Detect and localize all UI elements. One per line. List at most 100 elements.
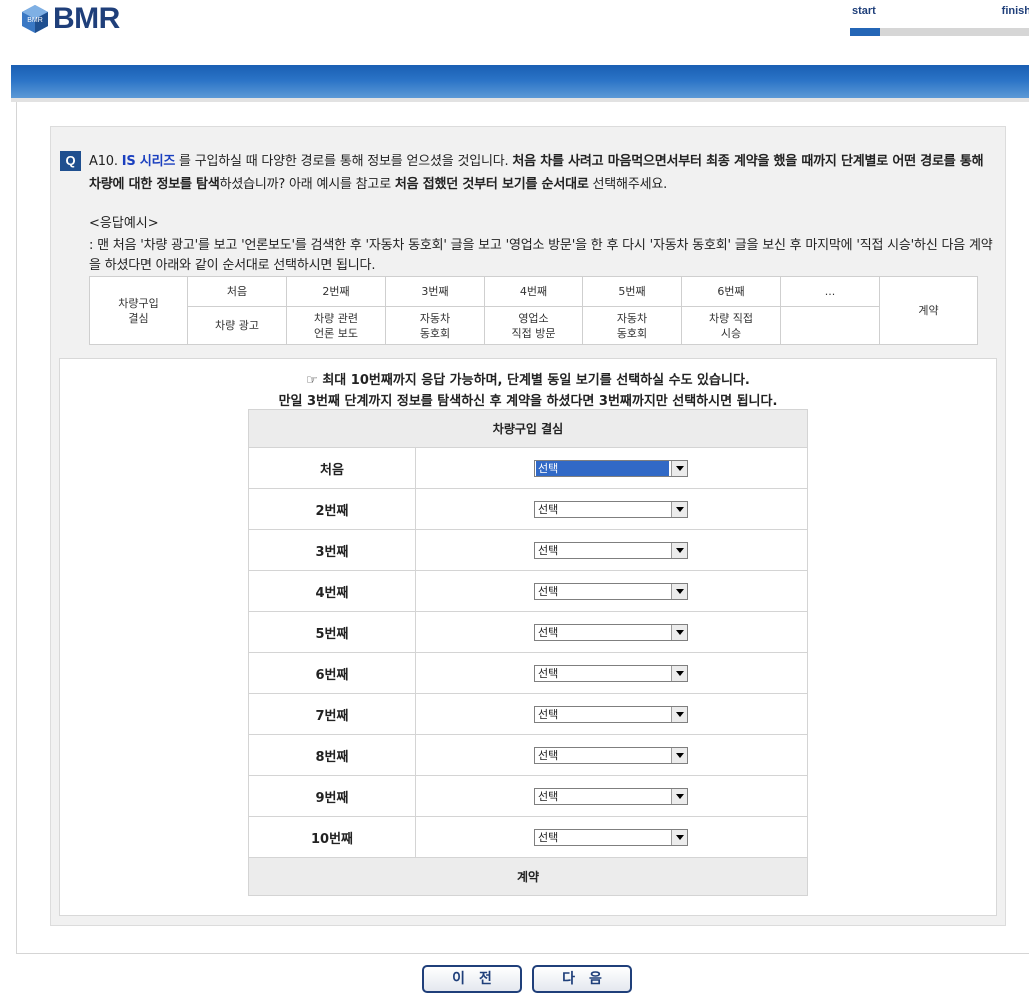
step-select-dropdown[interactable]: 선택 — [534, 541, 688, 559]
question-brand: IS 시리즈 — [121, 154, 176, 169]
selection-cell: 선택 — [415, 652, 808, 694]
question-id: A10. — [89, 154, 118, 169]
chevron-down-icon[interactable] — [671, 624, 687, 640]
question-bold-2: 처음 접했던 것부터 보기를 순서대로 — [394, 177, 589, 192]
example-step: 3번째 — [385, 276, 485, 307]
notice-line-1: ☞ 최대 10번째까지 응답 가능하며, 단계별 동일 보기를 선택하실 수도 … — [306, 373, 750, 388]
chevron-down-icon[interactable] — [671, 583, 687, 599]
selection-row-label: 9번째 — [248, 775, 416, 817]
dropdown-value: 선택 — [538, 707, 559, 721]
selection-row: 9번째 선택 — [248, 775, 808, 817]
example-value: 영업소 직접 방문 — [484, 306, 583, 345]
selection-row-label: 6번째 — [248, 652, 416, 694]
dropdown-value: 선택 — [536, 460, 669, 476]
selection-row-label: 처음 — [248, 447, 416, 489]
selection-cell: 선택 — [415, 529, 808, 571]
selection-row: 2번째 선택 — [248, 488, 808, 530]
question-text-1: 를 구입하실 때 다양한 경로를 통해 정보를 얻으셨을 것입니다. — [175, 154, 513, 169]
example-step: 5번째 — [582, 276, 682, 307]
selection-footer: 계약 — [248, 857, 808, 896]
dropdown-value: 선택 — [538, 666, 559, 680]
dropdown-value: 선택 — [538, 543, 559, 557]
dropdown-value: 선택 — [538, 502, 559, 516]
chevron-down-icon[interactable] — [671, 747, 687, 763]
progress-finish-label: finish — [1001, 5, 1029, 17]
selection-row: 5번째 선택 — [248, 611, 808, 653]
dropdown-value: 선택 — [538, 748, 559, 762]
question-text-2: 하셨습니까? 아래 예시를 참고로 — [219, 177, 395, 192]
chevron-down-icon[interactable] — [671, 460, 687, 476]
example-table: 차량구입 결심 처음 2번째 3번째 4번째 5번째 6번째 ... 계약 차량… — [89, 276, 978, 345]
example-description: : 맨 처음 '차량 광고'를 보고 '언론보도'를 검색한 후 '자동차 동호… — [89, 238, 993, 273]
step-select-dropdown[interactable]: 선택 — [534, 623, 688, 641]
selection-row-label: 8번째 — [248, 734, 416, 776]
dropdown-value: 선택 — [538, 584, 559, 598]
selection-cell: 선택 — [415, 447, 808, 489]
example-value: 자동차 동호회 — [582, 306, 682, 345]
example-value: 차량 관련 언론 보도 — [286, 306, 386, 345]
logo-cube-text: BMR — [27, 17, 43, 24]
chevron-down-icon[interactable] — [671, 501, 687, 517]
step-select-dropdown[interactable]: 선택 — [534, 746, 688, 764]
example-title: <응답예시> — [89, 216, 159, 231]
next-button[interactable]: 다음 — [532, 965, 632, 993]
example-value: 차량 광고 — [187, 306, 287, 345]
example-step: 2번째 — [286, 276, 386, 307]
step-select-dropdown[interactable]: 선택 — [534, 582, 688, 600]
selection-cell: 선택 — [415, 775, 808, 817]
logo: BMR BMR — [20, 2, 120, 36]
step-select-dropdown[interactable]: 선택 — [534, 459, 688, 477]
progress-labels: start finish — [852, 5, 1029, 19]
selection-row: 10번째 선택 — [248, 816, 808, 858]
selection-row: 7번째 선택 — [248, 693, 808, 735]
example-value: 차량 직접 시승 — [681, 306, 781, 345]
selection-table: 차량구입 결심 처음 선택 2번째 선택 3번째 선택 4번째 선택 5번째 선택 6번째 선택 7번째… — [248, 409, 808, 896]
step-select-dropdown[interactable]: 선택 — [534, 787, 688, 805]
example-value — [780, 306, 880, 345]
prev-button[interactable]: 이전 — [422, 965, 522, 993]
chevron-down-icon[interactable] — [671, 788, 687, 804]
example-first-col: 차량구입 결심 — [89, 276, 188, 345]
step-select-dropdown[interactable]: 선택 — [534, 500, 688, 518]
dropdown-value: 선택 — [538, 625, 559, 639]
progress-bar-fill — [850, 28, 881, 36]
chevron-down-icon[interactable] — [671, 542, 687, 558]
notice: ☞ 최대 10번째까지 응답 가능하며, 단계별 동일 보기를 선택하실 수도 … — [59, 370, 997, 412]
step-select-dropdown[interactable]: 선택 — [534, 828, 688, 846]
progress-bar — [850, 28, 1029, 36]
selection-row: 3번째 선택 — [248, 529, 808, 571]
selection-header: 차량구입 결심 — [248, 409, 808, 448]
selection-cell: 선택 — [415, 488, 808, 530]
example-last-col: 계약 — [879, 276, 978, 345]
chevron-down-icon[interactable] — [671, 665, 687, 681]
dropdown-value: 선택 — [538, 830, 559, 844]
example-step: 4번째 — [484, 276, 583, 307]
example-step: 6번째 — [681, 276, 781, 307]
selection-row: 4번째 선택 — [248, 570, 808, 612]
selection-row: 6번째 선택 — [248, 652, 808, 694]
chevron-down-icon[interactable] — [671, 706, 687, 722]
selection-row-label: 7번째 — [248, 693, 416, 735]
selection-row: 8번째 선택 — [248, 734, 808, 776]
selection-cell: 선택 — [415, 816, 808, 858]
step-select-dropdown[interactable]: 선택 — [534, 705, 688, 723]
selection-row-label: 5번째 — [248, 611, 416, 653]
selection-row-label: 3번째 — [248, 529, 416, 571]
selection-row-label: 2번째 — [248, 488, 416, 530]
example-value: 자동차 동호회 — [385, 306, 485, 345]
question-badge: Q — [60, 151, 81, 171]
selection-row-label: 10번째 — [248, 816, 416, 858]
logo-text: BMR — [53, 2, 120, 35]
question-text-3: 선택해주세요. — [588, 177, 668, 192]
question-text: A10. IS 시리즈 를 구입하실 때 다양한 경로를 통해 정보를 얻으셨을… — [89, 150, 999, 196]
header-banner — [11, 65, 1029, 98]
dropdown-value: 선택 — [538, 789, 559, 803]
example-step: 처음 — [187, 276, 287, 307]
step-select-dropdown[interactable]: 선택 — [534, 664, 688, 682]
logo-cube-icon: BMR — [20, 4, 50, 34]
chevron-down-icon[interactable] — [671, 829, 687, 845]
selection-cell: 선택 — [415, 611, 808, 653]
example-step: ... — [780, 276, 880, 307]
selection-row: 처음 선택 — [248, 447, 808, 489]
selection-cell: 선택 — [415, 693, 808, 735]
